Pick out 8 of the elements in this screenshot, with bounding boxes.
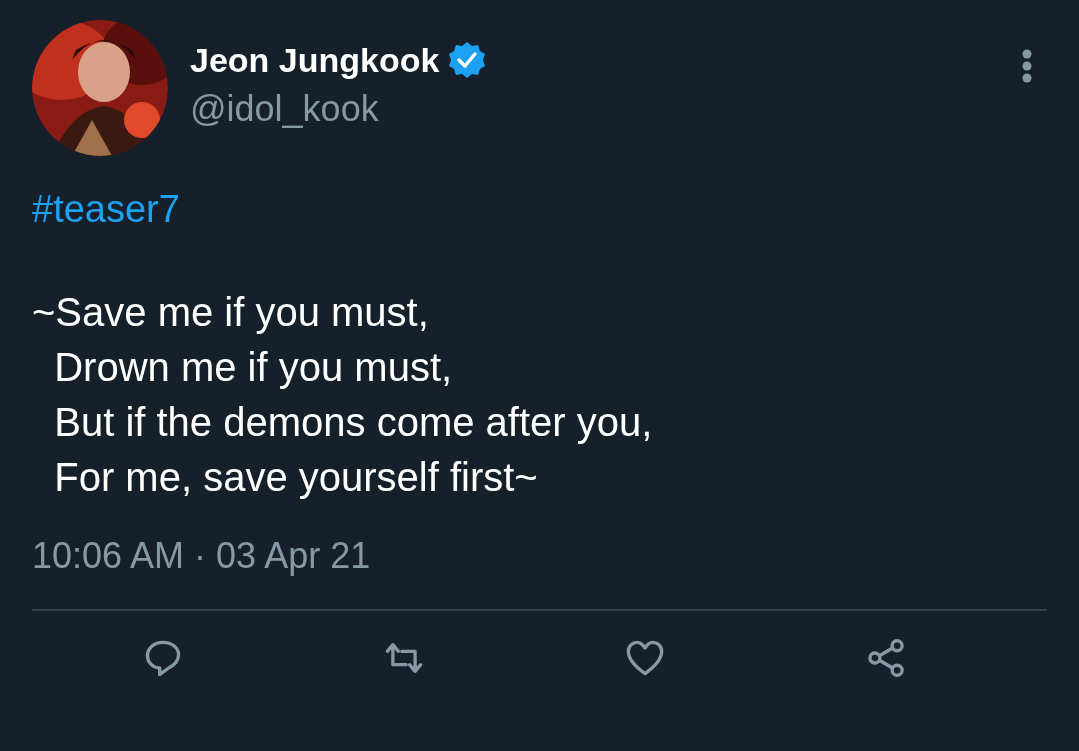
author-name[interactable]: Jeon Jungkook xyxy=(190,40,440,80)
more-options-icon[interactable] xyxy=(1021,48,1033,84)
hashtag-link[interactable]: #teaser7 xyxy=(32,188,180,231)
author-handle[interactable]: @idol_kook xyxy=(190,88,999,130)
share-icon xyxy=(866,638,907,678)
heart-icon xyxy=(625,638,666,678)
tweet-text: ~Save me if you must, Drown me if you must, But if the demons come after you, For me, save yourself first~ xyxy=(32,289,654,501)
timestamp: 10:06 AM · 03 Apr 21 xyxy=(32,535,371,577)
